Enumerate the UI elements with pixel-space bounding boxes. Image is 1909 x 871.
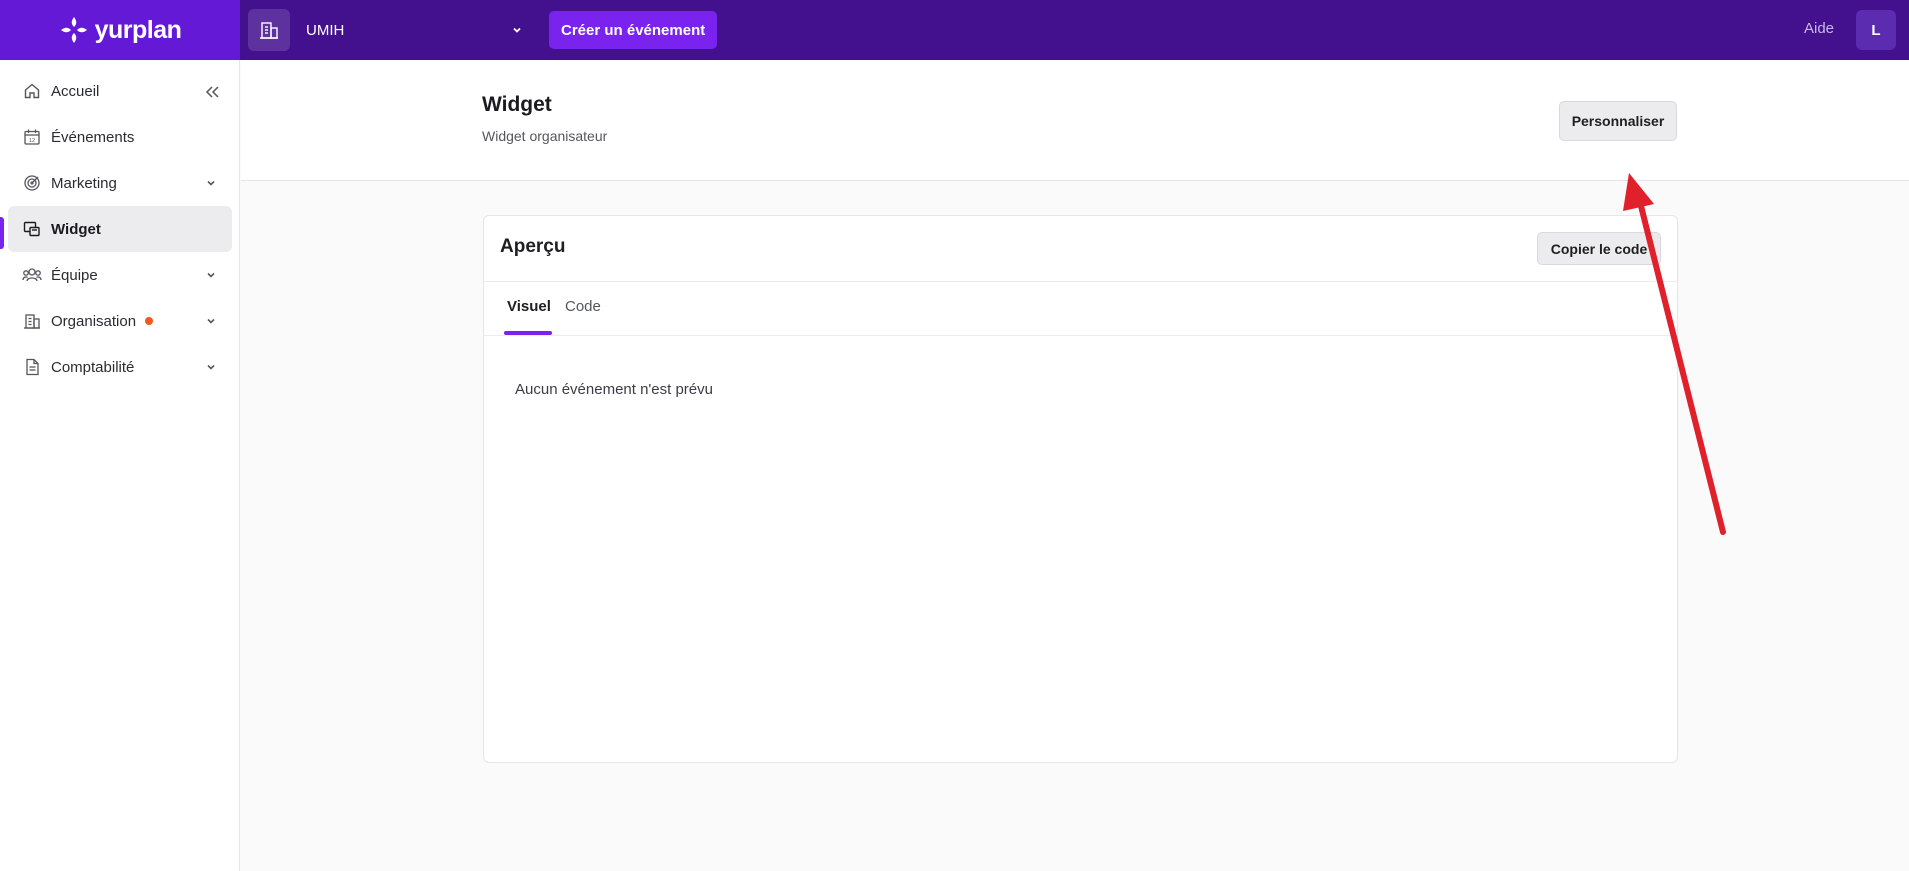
copy-code-button[interactable]: Copier le code <box>1537 232 1661 265</box>
customize-button[interactable]: Personnaliser <box>1559 101 1677 141</box>
sidebar-item-widget[interactable]: Widget <box>8 206 232 252</box>
sidebar-item-marketing[interactable]: Marketing <box>8 160 232 206</box>
chevron-down-icon <box>513 27 521 33</box>
chevron-down-icon <box>207 180 215 186</box>
calendar-icon: 12 <box>22 127 42 147</box>
sidebar-item-label: Widget <box>51 220 101 238</box>
chevron-down-icon <box>207 364 215 370</box>
brand-name: yurplan <box>94 15 182 44</box>
chevron-down-icon <box>207 272 215 278</box>
home-icon <box>22 81 42 101</box>
yurplan-logo-icon <box>60 17 87 43</box>
sidebar-item-comptabilite[interactable]: Comptabilité <box>8 344 232 390</box>
sidebar-item-label: Organisation <box>51 312 137 330</box>
sidebar-item-label: Équipe <box>51 266 98 284</box>
sidebar-item-label: Comptabilité <box>51 358 135 376</box>
sidebar-item-organisation[interactable]: Organisation <box>8 298 232 344</box>
create-event-button[interactable]: Créer un événement <box>549 11 718 49</box>
tab-code[interactable]: Code <box>565 298 601 315</box>
notification-dot <box>145 317 154 325</box>
sidebar-item-label: Marketing <box>51 174 117 192</box>
organization-switcher-button[interactable] <box>248 9 290 51</box>
target-icon <box>22 173 42 193</box>
active-indicator <box>0 217 4 249</box>
page-subtitle: Widget organisateur <box>482 128 608 144</box>
empty-state-message: Aucun événement n'est prévu <box>515 381 713 398</box>
sidebar-item-label: Événements <box>51 128 135 146</box>
chevron-down-icon <box>207 318 215 324</box>
help-link[interactable]: Aide <box>1804 20 1834 37</box>
organization-select[interactable]: UMIH <box>302 9 528 51</box>
sidebar-item-label: Accueil <box>51 82 100 100</box>
page-header: Widget Widget organisateur Personnaliser <box>241 60 1909 181</box>
divider <box>484 281 1677 282</box>
document-icon <box>22 357 42 377</box>
page-title: Widget <box>482 93 552 116</box>
preview-title: Aperçu <box>500 236 566 257</box>
sidebar-item-evenements[interactable]: 12 Événements <box>8 114 232 160</box>
sidebar-item-equipe[interactable]: Équipe <box>8 252 232 298</box>
building-icon <box>260 22 278 39</box>
organization-name: UMIH <box>306 21 345 39</box>
sidebar-item-accueil[interactable]: Accueil <box>8 68 232 114</box>
preview-card: Aperçu Copier le code Visuel Code Aucun … <box>483 215 1678 763</box>
collapse-sidebar-icon[interactable] <box>202 82 222 102</box>
tab-visuel[interactable]: Visuel <box>507 298 551 315</box>
svg-text:12: 12 <box>29 138 35 144</box>
sidebar: Accueil 12 Événements Marketing Widget É… <box>0 60 240 871</box>
widget-icon <box>22 219 42 239</box>
user-avatar[interactable]: L <box>1856 10 1896 50</box>
divider <box>484 335 1677 336</box>
building-icon <box>22 311 42 331</box>
team-icon <box>22 265 42 285</box>
brand-logo[interactable]: yurplan <box>0 0 240 60</box>
top-bar: yurplan UMIH Créer un événement Aide L <box>0 0 1909 60</box>
